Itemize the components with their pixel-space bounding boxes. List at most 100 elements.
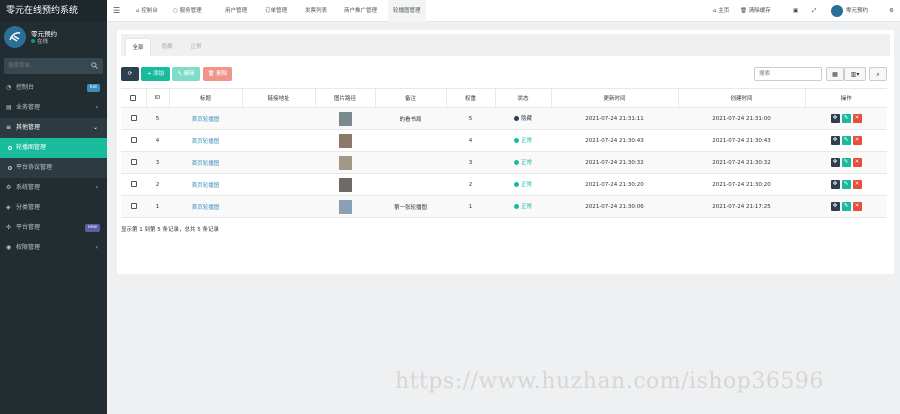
cell-created: 2021-07-24 21:30:43 — [678, 129, 805, 152]
delete-button[interactable]: 🗑 删除 — [203, 67, 232, 81]
column-header[interactable]: 链接地址 — [241, 88, 315, 108]
column-header[interactable]: 权重 — [445, 88, 495, 108]
row-checkbox[interactable] — [121, 173, 146, 196]
app-title[interactable]: 零元在线预约系统 — [0, 0, 107, 22]
toggle-view-button[interactable]: ▦ — [826, 67, 844, 81]
search-icon: ⌕ — [876, 71, 880, 78]
row-checkbox[interactable] — [121, 151, 146, 174]
cell-title[interactable]: 首页轮播图 — [169, 151, 242, 174]
sidebar-item[interactable]: ◈ 分类管理 — [0, 198, 107, 218]
edit-row-button[interactable]: ✎ — [841, 114, 851, 123]
sidebar-menu: ◔ 控制台 hot ▤ 业务管理 ‹ ≡ 其他管理 ⌄ 轮播图管理平台协议管理 ⚙ 系统管理 ‹ ◈ 分类管… — [0, 78, 107, 258]
nav-tab[interactable]: 订单管理 — [265, 0, 287, 22]
sidebar-item[interactable]: ▤ 业务管理 ‹ — [0, 98, 107, 118]
cell-title[interactable]: 首页轮播图 — [169, 107, 242, 130]
column-header[interactable]: 备注 — [374, 88, 446, 108]
status-label: 正常 — [520, 138, 532, 145]
row-checkbox[interactable] — [121, 107, 146, 130]
thumbnail-image[interactable] — [338, 155, 352, 170]
home-link[interactable]: ⌂ 主页 — [713, 0, 729, 22]
table-row[interactable]: 4 首页轮播图 4 正常 2021-07-24 21:30:43 2021-07-24 2… — [121, 129, 887, 152]
edit-button[interactable]: ✎ 编辑 — [172, 67, 200, 81]
sidebar-item[interactable]: 平台协议管理 — [0, 158, 107, 178]
sidebar-item[interactable]: ⚙ 系统管理 ‹ — [0, 178, 107, 198]
delete-row-button[interactable]: ✕ — [852, 158, 862, 167]
add-button[interactable]: + 添加 — [141, 67, 170, 81]
nav-tab[interactable]: ⌂ 控制台 — [136, 0, 158, 22]
row-checkbox[interactable] — [121, 129, 146, 152]
thumbnail-image[interactable] — [338, 177, 352, 192]
column-header[interactable]: 更新时间 — [550, 88, 678, 108]
nav-tab[interactable]: ○ 服务管理 — [173, 0, 202, 22]
delete-row-button[interactable]: ✕ — [852, 180, 862, 189]
edit-row-button[interactable]: ✎ — [841, 136, 851, 145]
drag-handle-icon[interactable]: ✥ — [830, 136, 840, 145]
list-icon: ≡ — [6, 124, 12, 131]
nav-tab[interactable]: 轮播图管理 — [388, 0, 426, 22]
menu-toggle-icon[interactable]: ☰ — [113, 0, 120, 22]
edit-row-button[interactable]: ✎ — [841, 202, 851, 211]
delete-row-button[interactable]: ✕ — [852, 136, 862, 145]
cell-image — [315, 151, 375, 174]
table-row[interactable]: 3 首页轮播图 3 正常 2021-07-24 21:30:32 2021-07-24 2… — [121, 151, 887, 174]
delete-row-button[interactable]: ✕ — [852, 202, 862, 211]
columns-button[interactable]: ▥▾ — [844, 67, 866, 81]
advanced-search-button[interactable]: ⌕ — [869, 67, 887, 81]
column-header[interactable]: 创建时间 — [677, 88, 805, 108]
drag-handle-icon[interactable]: ✥ — [830, 202, 840, 211]
table-search-input[interactable] — [755, 68, 821, 80]
select-all-checkbox[interactable] — [121, 88, 146, 108]
row-checkbox[interactable] — [121, 195, 146, 218]
table-row[interactable]: 2 首页轮播图 2 正常 2021-07-24 21:30:20 2021-07-24 2… — [121, 173, 887, 196]
refresh-button[interactable]: ⟳ — [121, 67, 139, 81]
clear-cache-button[interactable]: 🗑 清除缓存 — [740, 0, 771, 22]
thumbnail-image[interactable] — [338, 111, 352, 126]
edit-row-button[interactable]: ✎ — [841, 180, 851, 189]
column-header[interactable]: ID — [145, 88, 169, 108]
menu-search-input[interactable] — [4, 58, 103, 74]
cell-image — [315, 107, 375, 130]
tab-normal[interactable]: 正常 — [183, 38, 209, 56]
tab-hidden[interactable]: 隐藏 — [154, 38, 180, 56]
table-row[interactable]: 1 首页轮播图 第一张轮播图 1 正常 2021-07-24 21:30:06 2021-0… — [121, 195, 887, 218]
grid-icon: ▦ — [832, 71, 838, 78]
status-label: 正常 — [520, 160, 532, 167]
avatar — [831, 4, 843, 17]
column-header[interactable]: 标题 — [168, 88, 242, 108]
sidebar-item[interactable]: ✣ 平台管理 new — [0, 218, 107, 238]
cell-title[interactable]: 首页轮播图 — [169, 173, 242, 196]
drag-handle-icon[interactable]: ✥ — [830, 180, 840, 189]
settings-icon[interactable]: ⚙ — [889, 0, 894, 22]
cell-weight: 5 — [446, 107, 495, 130]
search-icon[interactable] — [91, 62, 98, 69]
tab-all[interactable]: 全部 — [125, 38, 151, 56]
delete-row-button[interactable]: ✕ — [852, 114, 862, 123]
nav-tab[interactable]: 发票列表 — [305, 0, 327, 22]
cell-link — [242, 107, 315, 130]
sidebar-item[interactable]: 轮播图管理 — [0, 138, 107, 158]
tags-icon: ◈ — [6, 204, 11, 211]
fullscreen-icon[interactable]: ⤢ — [812, 0, 816, 22]
sidebar-item-label: 轮播图管理 — [16, 144, 47, 151]
cell-created: 2021-07-24 21:31:00 — [678, 107, 805, 130]
nav-tab[interactable]: 用户管理 — [225, 0, 247, 22]
column-header[interactable]: 状态 — [494, 88, 551, 108]
drag-handle-icon[interactable]: ✥ — [830, 158, 840, 167]
thumbnail-image[interactable] — [338, 199, 352, 214]
cell-link — [242, 173, 315, 196]
multitab-icon[interactable]: ▣ — [793, 0, 798, 22]
nav-tab[interactable]: 商户推广管理 — [344, 0, 377, 22]
sidebar-item[interactable]: ≡ 其他管理 ⌄ — [0, 118, 107, 138]
table-row[interactable]: 5 首页轮播图 的看书局 5 隐藏 2021-07-24 21:31:11 2021-07-… — [121, 107, 887, 130]
drag-handle-icon[interactable]: ✥ — [830, 114, 840, 123]
sidebar-item[interactable]: ◔ 控制台 hot — [0, 78, 107, 98]
nav-tab-label: 发票列表 — [305, 8, 328, 14]
cell-title[interactable]: 首页轮播图 — [169, 129, 242, 152]
thumbnail-image[interactable] — [338, 133, 352, 148]
user-menu[interactable]: 零元预约 — [831, 0, 868, 22]
cell-title[interactable]: 首页轮播图 — [169, 195, 242, 218]
filter-tabs: 全部 隐藏 正常 — [121, 34, 890, 56]
column-header[interactable]: 图片路径 — [314, 88, 375, 108]
edit-row-button[interactable]: ✎ — [841, 158, 851, 167]
sidebar-item[interactable]: ◉ 权限管理 ‹ — [0, 238, 107, 258]
